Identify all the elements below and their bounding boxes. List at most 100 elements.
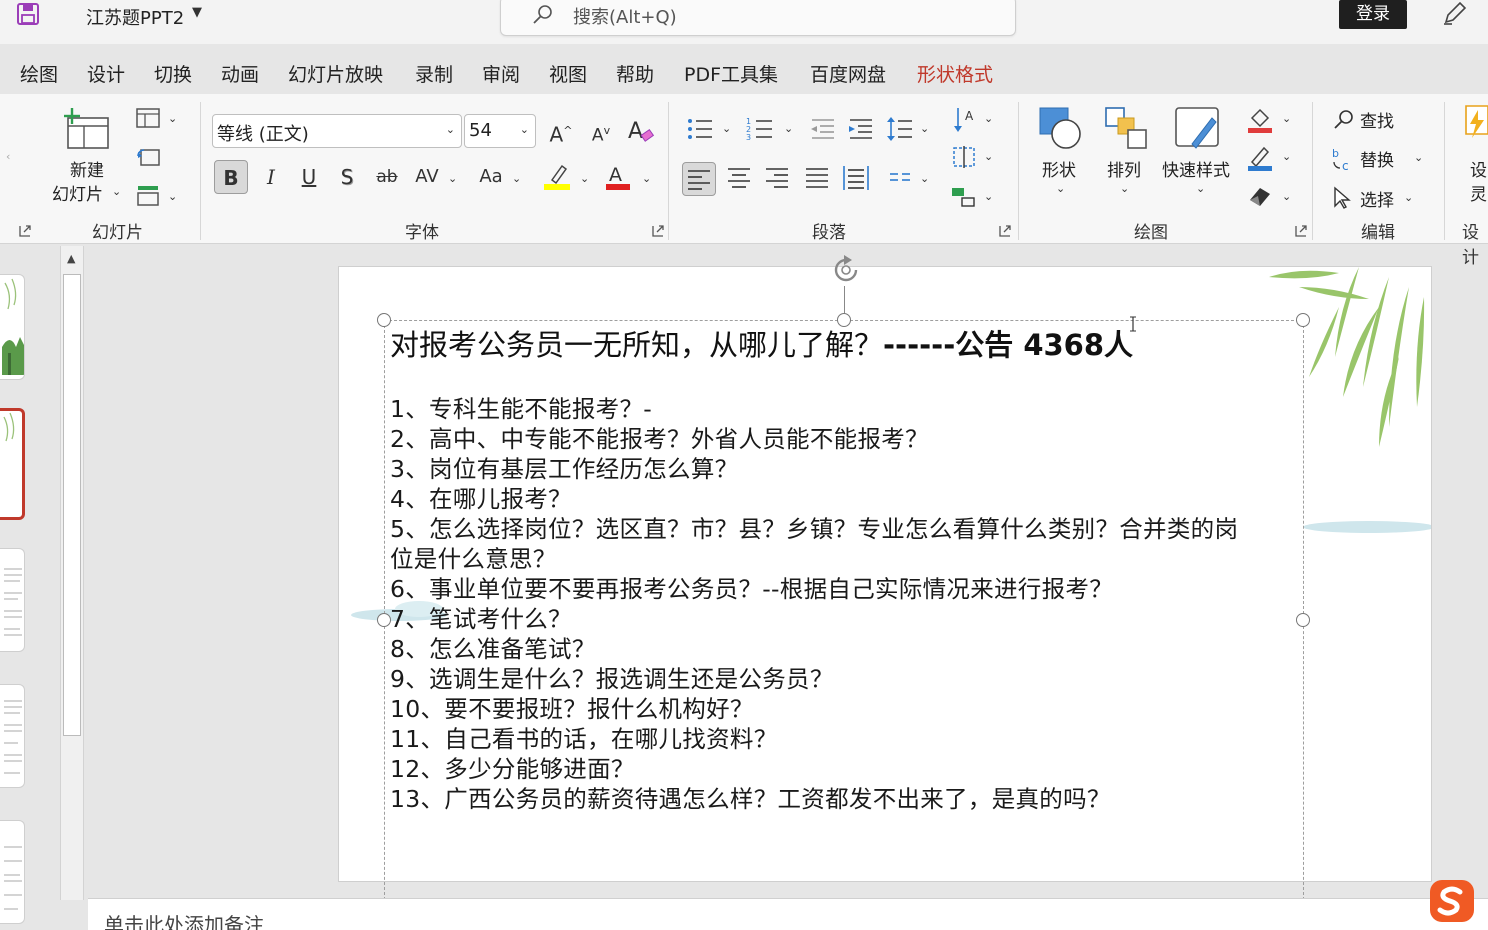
increase-indent-icon[interactable] xyxy=(846,116,874,142)
chevron-down-icon[interactable]: ⌄ xyxy=(448,172,457,185)
font-color-icon[interactable]: A xyxy=(604,162,632,192)
strikethrough-button[interactable]: ab xyxy=(370,160,404,194)
highlight-icon[interactable] xyxy=(544,162,572,192)
notes-pane[interactable]: 单击此处添加备注 xyxy=(88,898,1488,930)
chevron-down-icon[interactable]: ⌄ xyxy=(920,172,929,185)
slide-title[interactable]: 对报考公务员一无所知，从哪儿了解？------公告 4368人 xyxy=(390,322,1133,364)
chevron-down-icon[interactable]: ⌄ xyxy=(642,172,651,185)
slide-thumbnail[interactable] xyxy=(0,820,25,924)
chevron-down-icon[interactable]: ⌄ xyxy=(784,122,793,135)
select-cursor-icon[interactable] xyxy=(1332,186,1352,210)
replace-label[interactable]: 替换 xyxy=(1360,146,1394,171)
replace-icon[interactable]: b c xyxy=(1330,146,1356,172)
tab-review[interactable]: 审阅 xyxy=(482,60,520,87)
slide-thumbnail-selected[interactable] xyxy=(0,408,25,520)
tab-baidu-netdisk[interactable]: 百度网盘 xyxy=(810,60,886,87)
rotate-handle-icon[interactable] xyxy=(828,252,864,288)
shape-effects-icon[interactable] xyxy=(1246,184,1274,208)
tab-pdf-tools[interactable]: PDF工具集 xyxy=(684,60,778,87)
align-right-icon[interactable] xyxy=(764,166,790,190)
dialog-launcher-icon[interactable] xyxy=(651,224,665,238)
tab-record[interactable]: 录制 xyxy=(415,60,453,87)
font-name-select[interactable]: 等线 (正文) ⌄ xyxy=(212,114,462,148)
chevron-down-icon[interactable]: ⌄ xyxy=(984,150,993,163)
bold-button[interactable]: B xyxy=(214,160,248,194)
shape-outline-icon[interactable] xyxy=(1246,144,1274,172)
chevron-down-icon[interactable]: ▼ xyxy=(192,5,202,20)
chevron-down-icon[interactable]: ⌄ xyxy=(920,122,929,135)
section-icon[interactable] xyxy=(136,184,160,208)
layout-icon[interactable] xyxy=(136,108,160,130)
shrink-font-button[interactable]: Av xyxy=(584,114,618,148)
font-size-select[interactable]: 54 ⌄ xyxy=(464,114,536,148)
change-case-button[interactable]: Aa xyxy=(474,160,508,194)
slide-text-line[interactable]: 13、广西公务员的薪资待遇怎么样？工资都发不出来了，是真的吗？ xyxy=(390,780,1111,814)
resize-handle[interactable] xyxy=(1296,613,1310,627)
new-slide-icon[interactable] xyxy=(62,106,112,152)
character-spacing-button[interactable]: AV xyxy=(410,160,444,194)
thumbnail-scrollbar[interactable]: ▲ xyxy=(60,246,84,900)
slide-thumbnail[interactable] xyxy=(0,274,25,380)
resize-handle[interactable] xyxy=(377,313,391,327)
slide-text-line[interactable]: 1、专科生能不能报考？- xyxy=(390,390,652,424)
reset-slide-icon[interactable] xyxy=(136,146,160,168)
select-label[interactable]: 选择 xyxy=(1360,186,1394,211)
numbering-icon[interactable]: 123 xyxy=(746,116,774,142)
login-button[interactable]: 登录 xyxy=(1339,0,1407,29)
tab-view[interactable]: 视图 xyxy=(549,60,587,87)
shape-fill-icon[interactable] xyxy=(1246,106,1274,134)
dialog-launcher-icon[interactable] xyxy=(998,224,1012,238)
chevron-down-icon[interactable]: ⌄ xyxy=(1404,191,1413,204)
text-shadow-button[interactable]: S xyxy=(330,160,364,194)
shapes-label[interactable]: 形状 xyxy=(1042,156,1076,181)
tab-transitions[interactable]: 切换 xyxy=(154,60,192,87)
chevron-down-icon[interactable]: ⌄ xyxy=(1120,182,1129,195)
grow-font-button[interactable]: A^ xyxy=(544,114,578,148)
scroll-up-arrow-icon[interactable]: ▲ xyxy=(67,252,75,265)
dialog-launcher-icon[interactable] xyxy=(18,224,32,238)
sogou-ime-icon[interactable] xyxy=(1426,876,1478,926)
find-icon[interactable] xyxy=(1332,108,1356,132)
chevron-left-icon[interactable]: ‹ xyxy=(6,150,10,163)
designer-icon[interactable] xyxy=(1462,104,1488,150)
chevron-down-icon[interactable]: ⌄ xyxy=(1282,112,1291,125)
designer-label-2[interactable]: 灵 xyxy=(1470,180,1487,205)
slide-text-line[interactable]: 12、多少分能够进面？ xyxy=(390,750,635,784)
align-text-icon[interactable] xyxy=(950,144,978,170)
line-spacing-icon[interactable] xyxy=(886,116,914,142)
clear-formatting-icon[interactable]: A xyxy=(626,116,656,146)
designer-label-1[interactable]: 设 xyxy=(1470,156,1487,181)
columns-icon[interactable] xyxy=(888,170,912,188)
bullets-icon[interactable] xyxy=(686,116,714,142)
tab-draw[interactable]: 绘图 xyxy=(20,60,58,87)
align-left-button[interactable] xyxy=(682,162,716,196)
chevron-down-icon[interactable]: ⌄ xyxy=(1056,182,1065,195)
arrange-icon[interactable] xyxy=(1102,104,1150,152)
tab-help[interactable]: 帮助 xyxy=(616,60,654,87)
quick-styles-icon[interactable] xyxy=(1172,104,1224,154)
smartart-icon[interactable] xyxy=(950,184,978,210)
slide-text-line[interactable]: 3、岗位有基层工作经历怎么算？ xyxy=(390,450,738,484)
pen-icon[interactable] xyxy=(1440,0,1470,26)
chevron-down-icon[interactable]: ⌄ xyxy=(984,112,993,125)
new-slide-label-2[interactable]: 幻灯片 xyxy=(52,180,103,205)
slide-text-line[interactable]: 4、在哪儿报考？ xyxy=(390,480,572,514)
search-box[interactable]: 搜索(Alt+Q) xyxy=(500,0,1016,36)
resize-handle[interactable] xyxy=(377,613,391,627)
tab-animations[interactable]: 动画 xyxy=(221,60,259,87)
document-title[interactable]: 江苏题PPT2 xyxy=(86,4,184,30)
slide-thumbnail[interactable] xyxy=(0,548,25,652)
chevron-down-icon[interactable]: ⌄ xyxy=(722,122,731,135)
chevron-down-icon[interactable]: ⌄ xyxy=(1196,182,1205,195)
scrollbar-thumb[interactable] xyxy=(63,274,81,736)
justify-icon[interactable] xyxy=(804,166,830,190)
chevron-down-icon[interactable]: ⌄ xyxy=(512,172,521,185)
slide-text-line[interactable]: 2、高中、中专能不能报考？外省人员能不能报考？ xyxy=(390,420,929,454)
find-label[interactable]: 查找 xyxy=(1360,107,1394,132)
chevron-down-icon[interactable]: ⌄ xyxy=(1414,151,1423,164)
slide-text-line[interactable]: 10、要不要报班？报什么机构好？ xyxy=(390,690,754,724)
save-icon[interactable] xyxy=(16,2,40,26)
chevron-down-icon[interactable]: ⌄ xyxy=(1282,190,1291,203)
chevron-down-icon[interactable]: ⌄ xyxy=(168,112,177,125)
chevron-down-icon[interactable]: ⌄ xyxy=(1282,150,1291,163)
